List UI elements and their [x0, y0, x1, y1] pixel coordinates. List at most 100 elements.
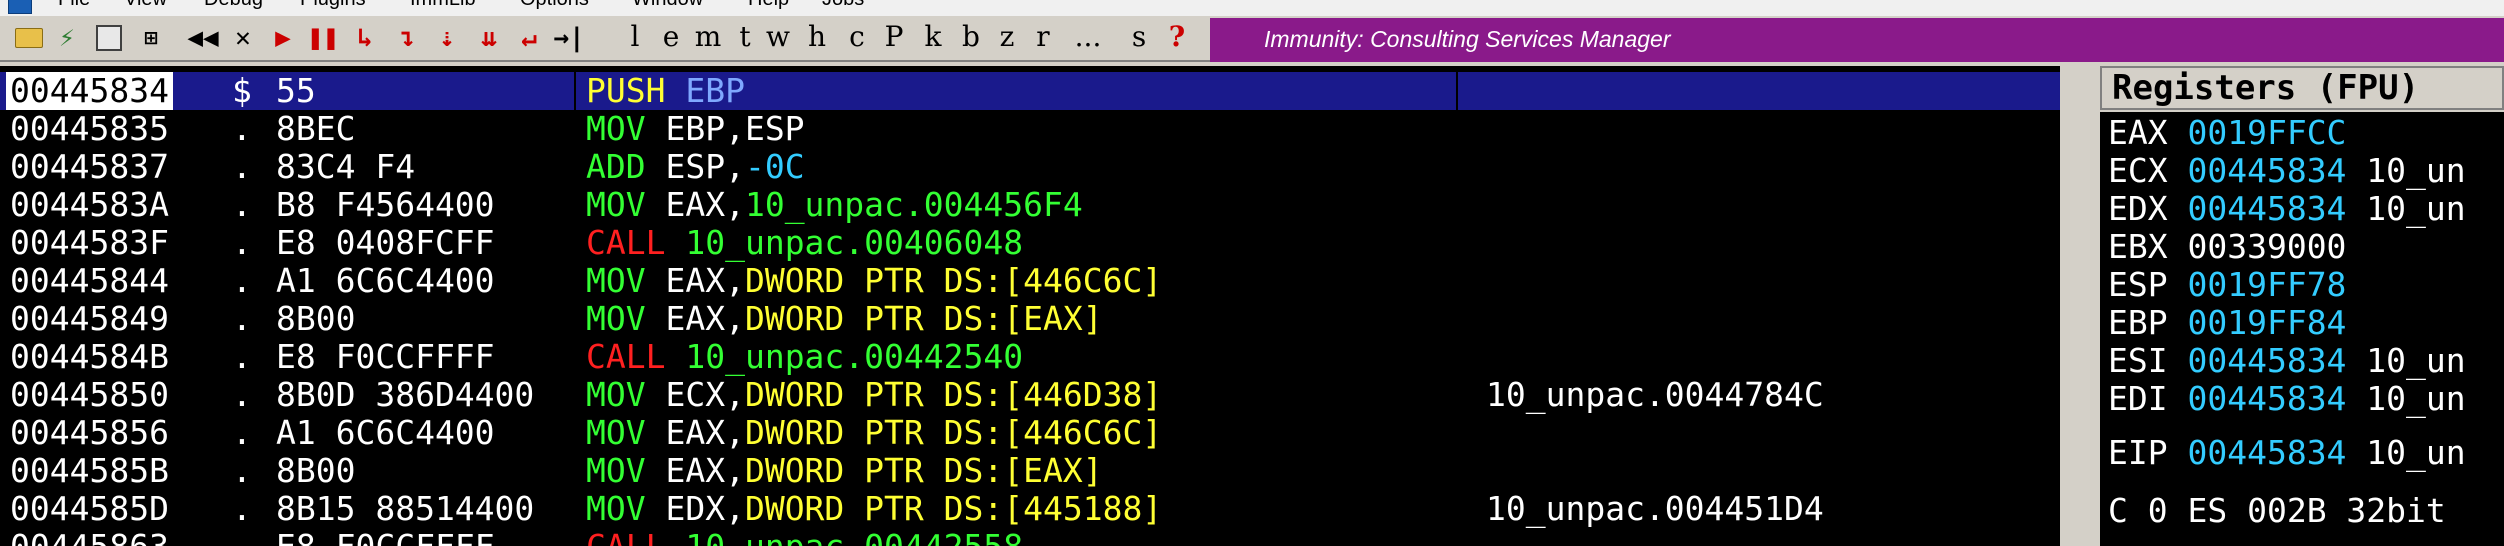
trace-over-icon[interactable]: ⇊	[474, 23, 504, 53]
asm-token: EAX,	[645, 185, 745, 224]
log-button[interactable]: l	[624, 20, 646, 53]
registers-list[interactable]: EAX 0019FFCC ECX 00445834 10_un EDX 004458…	[2100, 112, 2504, 546]
instruction-row[interactable]: 00445850. 8B0D 386D4400 MOV ECX,DWORD PTR …	[0, 376, 2060, 414]
menu-help[interactable]: Help	[748, 0, 789, 11]
window-icon[interactable]	[94, 24, 124, 52]
close-icon[interactable]: ✕	[228, 23, 258, 53]
step-into-icon[interactable]: ↳	[350, 23, 380, 53]
asm-token: EAX,	[645, 451, 745, 490]
references-button[interactable]: r	[1032, 20, 1054, 53]
register-row[interactable]: ESI 00445834 10_un	[2108, 342, 2466, 380]
run-trace-button[interactable]: ...	[1070, 20, 1106, 53]
instruction-row[interactable]: 0044585D. 8B15 88514400 MOV EDX,DWORD PTR …	[0, 490, 2060, 528]
asm-token: MOV	[586, 299, 646, 338]
instruction-address: 0044585D	[10, 489, 169, 528]
grid-icon[interactable]: ⊞	[136, 24, 166, 52]
instruction-marker: .	[232, 375, 252, 414]
asm-token: EAX,	[645, 413, 745, 452]
asm-token: DWORD PTR DS:[EAX]	[744, 451, 1103, 490]
pane-splitter[interactable]	[2060, 66, 2100, 546]
menu-file[interactable]: File	[58, 0, 90, 11]
instruction-marker: .	[232, 337, 252, 376]
instruction-marker: .	[232, 489, 252, 528]
call-stack-button[interactable]: k	[922, 20, 944, 53]
menu-debug[interactable]: Debug	[204, 0, 263, 11]
register-value: 00445834	[2187, 151, 2347, 190]
menu-view[interactable]: View	[124, 0, 167, 11]
handles-button[interactable]: h	[806, 20, 828, 53]
memory-map-button[interactable]: m	[695, 20, 722, 53]
instruction-hex: 55	[276, 71, 316, 110]
register-row[interactable]: EBX 00339000	[2108, 228, 2346, 266]
register-value: ES 002B	[2187, 491, 2327, 530]
trace-into-icon[interactable]: ⇣	[432, 23, 462, 53]
register-name: EBX	[2108, 227, 2188, 266]
register-row[interactable]: C 0 ES 002B 32bit	[2108, 492, 2446, 530]
instruction-marker: .	[232, 147, 252, 186]
register-name: ESP	[2108, 265, 2188, 304]
asm-token: 10_unpac.00442540	[665, 337, 1024, 376]
step-over-icon[interactable]: ↴	[392, 23, 422, 53]
asm-token: 10_unpac.00442558	[665, 527, 1023, 546]
instruction-row[interactable]: 0044585B. 8B00 MOV EAX,DWORD PTR DS:[EAX]	[0, 452, 2060, 490]
asm-token: PUSH EBP	[586, 71, 745, 110]
instruction-address: 0044583A	[10, 185, 169, 224]
instruction-row[interactable]: 00445849. 8B00 MOV EAX,DWORD PTR DS:[EAX]	[0, 300, 2060, 338]
hardware-breakpoints-button[interactable]: z	[996, 20, 1018, 53]
disassembly-pane[interactable]: 00445834 $55 PUSH EBP 00445835. 8BEC MOV EBP,…	[0, 66, 2060, 546]
menu-options[interactable]: Options	[520, 0, 589, 11]
register-row[interactable]: ESP 0019FF78	[2108, 266, 2346, 304]
register-comment: 10_un	[2346, 341, 2466, 380]
instruction-row[interactable]: 0044584B. E8 F0CCFFFF CALL 10_unpac.004425…	[0, 338, 2060, 376]
instruction-row[interactable]: 00445835. 8BEC MOV EBP,ESP	[0, 110, 2060, 148]
go-to-icon[interactable]: →|	[553, 23, 584, 53]
instruction-disassembly: MOV EDX,DWORD PTR DS:[445188]	[586, 490, 1162, 528]
register-row[interactable]: EBP 0019FF84	[2108, 304, 2346, 342]
cpu-button[interactable]: c	[846, 20, 868, 53]
threads-button[interactable]: t	[734, 20, 756, 53]
source-button[interactable]: s	[1128, 20, 1150, 53]
pause-icon[interactable]: ❚❚	[307, 23, 338, 53]
rewind-icon[interactable]: ◀◀	[187, 23, 218, 53]
instruction-row[interactable]: 0044583A. B8 F4564400 MOV EAX,10_unpac.004…	[0, 186, 2060, 224]
menu-jobs[interactable]: Jobs	[822, 0, 864, 11]
menu-window[interactable]: Window	[632, 0, 703, 11]
executable-modules-button[interactable]: e	[660, 20, 682, 53]
instruction-disassembly: MOV EAX,DWORD PTR DS:[EAX]	[586, 452, 1103, 490]
register-row[interactable]: ECX 00445834 10_un	[2108, 152, 2466, 190]
instruction-row[interactable]: 00445863. E8 F0CCFFFF CALL 10_unpac.004425…	[0, 528, 2060, 546]
register-row[interactable]: EDI 00445834 10_un	[2108, 380, 2466, 418]
register-row[interactable]: EIP 00445834 10_un	[2108, 434, 2466, 472]
column-divider	[574, 72, 576, 110]
asm-token: EAX,	[645, 261, 745, 300]
instruction-hex: B8 F4564400	[276, 185, 495, 224]
instruction-hex: 8BEC	[276, 109, 356, 148]
instruction-row[interactable]: 00445837. 83C4 F4 ADD ESP,-0C	[0, 148, 2060, 186]
register-row[interactable]: EAX 0019FFCC	[2108, 114, 2346, 152]
asm-token: DWORD PTR DS:[445188]	[744, 489, 1163, 528]
instruction-row[interactable]: 00445844. A1 6C6C4400 MOV EAX,DWORD PTR DS…	[0, 262, 2060, 300]
instruction-row[interactable]: 0044583F. E8 0408FCFF CALL 10_unpac.004060…	[0, 224, 2060, 262]
instruction-row[interactable]: 00445856. A1 6C6C4400 MOV EAX,DWORD PTR DS…	[0, 414, 2060, 452]
register-name: EDI	[2108, 379, 2188, 418]
registers-title[interactable]: Registers (FPU)	[2100, 66, 2504, 110]
menu-plugins[interactable]: Plugins	[300, 0, 366, 11]
register-name: ESI	[2108, 341, 2188, 380]
execute-till-return-icon[interactable]: ↵	[514, 23, 544, 53]
menu-immlib[interactable]: ImmLib	[410, 0, 476, 11]
register-row[interactable]: EDX 00445834 10_un	[2108, 190, 2466, 228]
asm-token: MOV	[586, 489, 646, 528]
patches-button[interactable]: P	[882, 20, 906, 53]
windows-button[interactable]: w	[766, 20, 790, 53]
play-icon[interactable]: ▶	[268, 23, 298, 53]
asm-token: MOV	[586, 413, 646, 452]
asm-token: MOV	[586, 375, 646, 414]
help-button[interactable]: ?	[1166, 20, 1188, 53]
selected-instruction-row[interactable]: 00445834 $55 PUSH EBP	[0, 72, 2060, 110]
run-icon[interactable]: ⚡	[52, 23, 82, 53]
open-folder-icon[interactable]	[14, 24, 44, 52]
asm-token: CALL	[586, 223, 666, 262]
breakpoints-button[interactable]: b	[960, 20, 982, 53]
register-value: 00339000	[2187, 227, 2347, 266]
asm-token: MOV	[586, 185, 646, 224]
